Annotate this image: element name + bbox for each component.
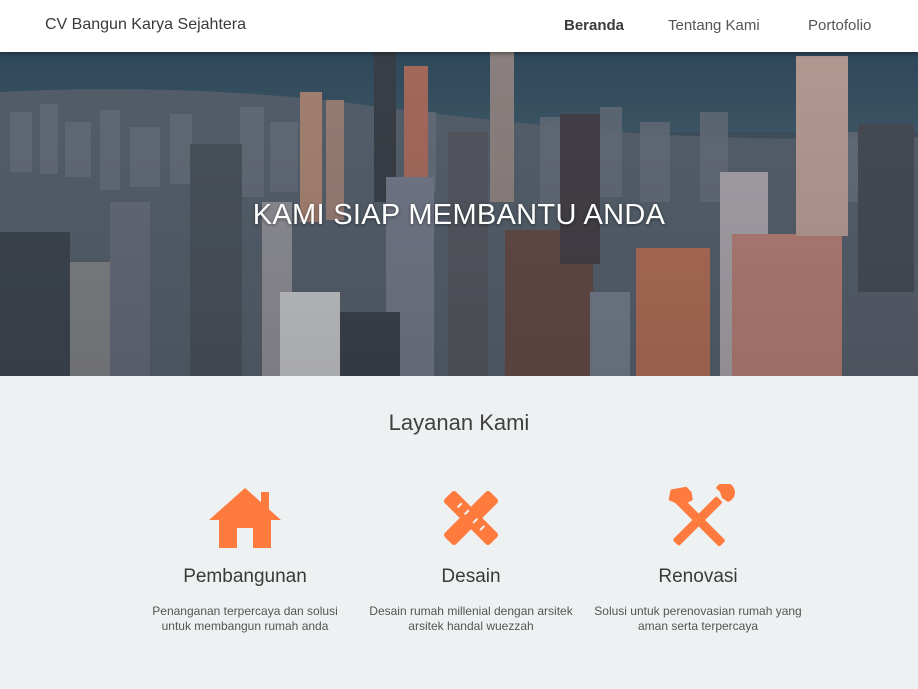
nav-item-beranda[interactable]: Beranda — [564, 17, 624, 34]
section-title: Layanan Kami — [388, 410, 530, 435]
nav-item-tentang-kami[interactable]: Tentang Kami — [668, 17, 760, 34]
service-description: Solusi untuk perenovasian rumah yang ama… — [594, 604, 802, 633]
services-section: Layanan Kami Pembangunan Penanganan terp… — [0, 376, 918, 689]
service-card-desain: Desain Desain rumah millenial dengan ars… — [351, 484, 591, 634]
service-card-pembangunan: Pembangunan Penanganan terpercaya dan so… — [125, 484, 365, 634]
pencil-ruler-icon — [443, 490, 499, 546]
hammer-wrench-icon — [668, 484, 735, 547]
hero-title: KAMI SIAP MEMBANTU ANDA — [252, 199, 666, 231]
service-description: Penanganan terpercaya dan solusi untuk m… — [152, 604, 338, 633]
brand-logo[interactable]: CV Bangun Karya Sejahtera — [45, 16, 246, 34]
hero-banner: KAMI SIAP MEMBANTU ANDA — [0, 52, 918, 376]
service-description: Desain rumah millenial dengan arsitek ar… — [369, 604, 573, 633]
house-icon — [209, 488, 281, 548]
nav-item-portofolio[interactable]: Portofolio — [808, 17, 871, 34]
service-card-renovasi: Renovasi Solusi untuk perenovasian rumah… — [578, 484, 818, 634]
service-title: Pembangunan — [183, 566, 307, 587]
service-title: Desain — [441, 566, 501, 587]
service-title: Renovasi — [658, 566, 738, 587]
navbar: CV Bangun Karya Sejahtera Beranda Tentan… — [0, 0, 918, 52]
